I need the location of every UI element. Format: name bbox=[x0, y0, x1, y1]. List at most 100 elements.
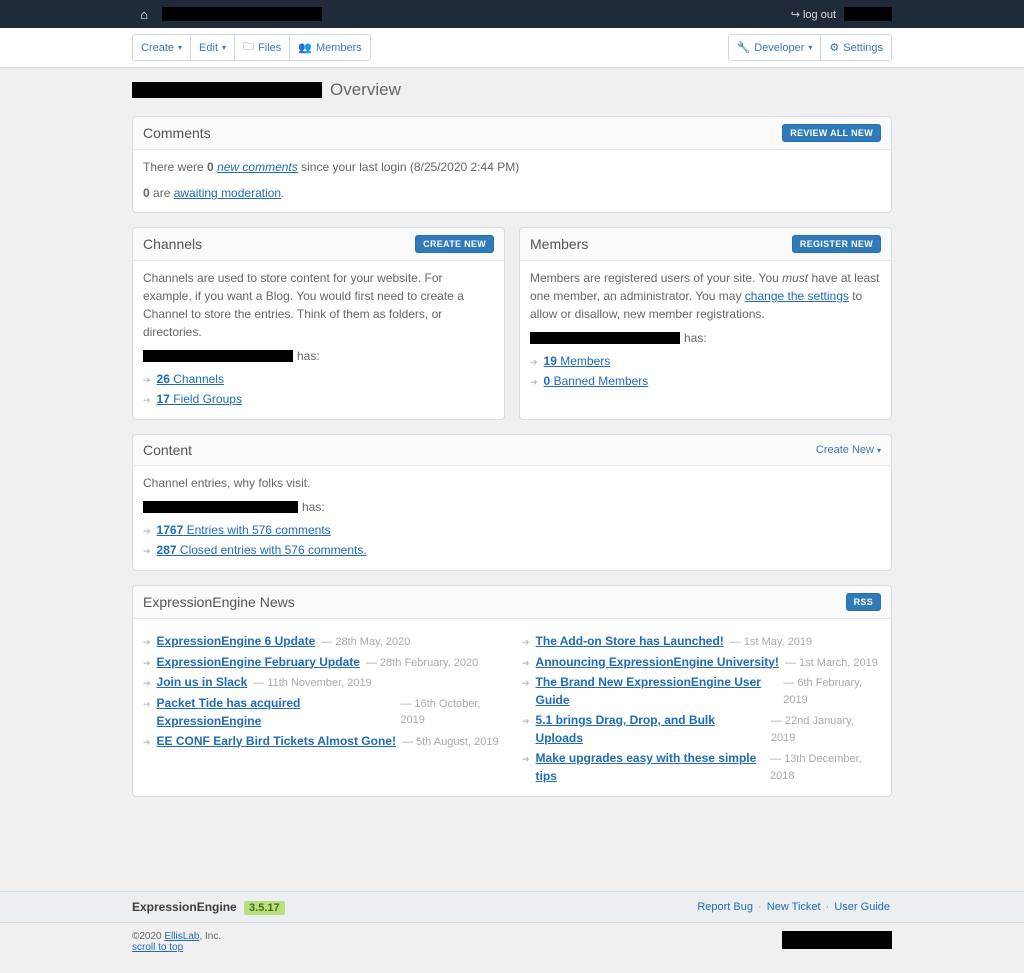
footer-bar: ExpressionEngine 3.5.17 Report Bug · New… bbox=[0, 891, 1024, 923]
report-bug-link[interactable]: Report Bug bbox=[697, 901, 753, 913]
news-item: ➔ Announcing ExpressionEngine University… bbox=[522, 652, 881, 673]
user-menu-redacted[interactable] bbox=[844, 7, 892, 21]
comments-line1: There were 0 new comments since your las… bbox=[143, 158, 881, 176]
change-settings-link[interactable]: change the settings bbox=[745, 289, 849, 303]
home-icon[interactable]: ⌂ bbox=[132, 7, 156, 22]
scroll-top-link[interactable]: scroll to top bbox=[132, 942, 183, 953]
awaiting-moderation-link[interactable]: awaiting moderation bbox=[174, 186, 281, 200]
news-link[interactable]: The Add-on Store has Launched! bbox=[536, 632, 724, 650]
new-comments-link[interactable]: new comments bbox=[217, 160, 298, 174]
list-item: ➔ 17 Field Groups bbox=[143, 389, 494, 409]
channels-link[interactable]: 26 Channels bbox=[157, 370, 224, 388]
news-link[interactable]: Announcing ExpressionEngine University! bbox=[536, 653, 779, 671]
news-panel: ExpressionEngine News RSS ➔ ExpressionEn… bbox=[132, 585, 892, 797]
list-item: ➔ 287 Closed entries with 576 comments. bbox=[143, 540, 881, 560]
content-create-new[interactable]: Create New ▾ bbox=[816, 444, 881, 456]
arrow-icon: ➔ bbox=[522, 715, 530, 729]
news-link[interactable]: 5.1 brings Drag, Drop, and Bulk Uploads bbox=[536, 711, 765, 747]
news-link[interactable]: Join us in Slack bbox=[157, 673, 248, 691]
arrow-icon: ➔ bbox=[522, 677, 530, 691]
ellislab-link[interactable]: EllisLab bbox=[164, 931, 199, 942]
content-desc: Channel entries, why folks visit. bbox=[143, 474, 881, 492]
new-ticket-link[interactable]: New Ticket bbox=[767, 901, 821, 913]
copyright: ©2020 EllisLab, Inc. bbox=[132, 931, 221, 942]
news-link[interactable]: ExpressionEngine February Update bbox=[157, 653, 360, 671]
chevron-down-icon: ▾ bbox=[808, 43, 812, 52]
topbar: ⌂ ↪ log out bbox=[0, 0, 1024, 28]
content-heading: Content bbox=[143, 442, 192, 458]
channels-desc: Channels are used to store content for y… bbox=[143, 269, 494, 341]
members-list: ➔ 19 Members ➔ 0 Banned Members bbox=[530, 351, 881, 391]
logout-link[interactable]: ↪ log out bbox=[791, 8, 836, 21]
arrow-icon: ➔ bbox=[143, 636, 151, 650]
user-guide-link[interactable]: User Guide bbox=[834, 901, 890, 913]
members-desc: Members are registered users of your sit… bbox=[530, 269, 881, 323]
site-name-redacted bbox=[530, 332, 680, 344]
news-link[interactable]: The Brand New ExpressionEngine User Guid… bbox=[536, 673, 778, 709]
news-col-right: ➔ The Add-on Store has Launched! — 1st M… bbox=[522, 631, 881, 786]
developer-button[interactable]: 🔧 Developer ▾ bbox=[728, 34, 822, 61]
arrow-icon: ➔ bbox=[143, 374, 151, 388]
news-item: ➔ ExpressionEngine February Update — 28t… bbox=[143, 652, 502, 673]
arrow-icon: ➔ bbox=[143, 394, 151, 408]
files-icon: 🗀 bbox=[243, 38, 254, 57]
gear-icon: ⚙ bbox=[829, 41, 839, 54]
toolbar-right: 🔧 Developer ▾ ⚙ Settings bbox=[728, 34, 892, 61]
chevron-down-icon: ▾ bbox=[178, 43, 182, 52]
news-link[interactable]: EE CONF Early Bird Tickets Almost Gone! bbox=[157, 732, 396, 750]
site-name-redacted bbox=[162, 7, 322, 21]
members-icon: 👥 bbox=[298, 41, 312, 54]
logout-label: log out bbox=[803, 9, 836, 21]
comments-heading: Comments bbox=[143, 125, 211, 141]
arrow-icon: ➔ bbox=[522, 657, 530, 671]
channels-create-new-button[interactable]: CREATE NEW bbox=[415, 235, 494, 253]
footer-links: Report Bug · New Ticket · User Guide bbox=[695, 901, 892, 913]
chevron-down-icon: ▾ bbox=[877, 446, 881, 455]
news-link[interactable]: Make upgrades easy with these simple tip… bbox=[536, 749, 764, 785]
main-container: Overview Comments REVIEW ALL NEW There w… bbox=[132, 68, 892, 851]
footer-right-redacted bbox=[782, 931, 892, 949]
entries-link[interactable]: 1767 Entries with 576 comments bbox=[157, 521, 331, 539]
list-item: ➔ 26 Channels bbox=[143, 369, 494, 389]
comments-panel: Comments REVIEW ALL NEW There were 0 new… bbox=[132, 116, 892, 213]
site-name-redacted bbox=[143, 501, 298, 513]
page-title-suffix: Overview bbox=[330, 80, 401, 100]
news-item: ➔ Packet Tide has acquired ExpressionEng… bbox=[143, 693, 502, 731]
site-name-redacted bbox=[143, 350, 293, 362]
news-item: ➔ 5.1 brings Drag, Drop, and Bulk Upload… bbox=[522, 710, 881, 748]
arrow-icon: ➔ bbox=[143, 657, 151, 671]
arrow-icon: ➔ bbox=[143, 677, 151, 691]
news-link[interactable]: ExpressionEngine 6 Update bbox=[157, 632, 316, 650]
banned-members-link[interactable]: 0 Banned Members bbox=[544, 372, 649, 390]
subfooter: ©2020 EllisLab, Inc. scroll to top bbox=[132, 931, 892, 953]
settings-button[interactable]: ⚙ Settings bbox=[820, 34, 892, 61]
news-item: ➔ The Add-on Store has Launched! — 1st M… bbox=[522, 631, 881, 652]
review-all-new-button[interactable]: REVIEW ALL NEW bbox=[782, 124, 881, 142]
register-new-button[interactable]: REGISTER NEW bbox=[792, 235, 881, 253]
footer-brand: ExpressionEngine 3.5.17 bbox=[132, 900, 285, 914]
arrow-icon: ➔ bbox=[522, 753, 530, 767]
content-list: ➔ 1767 Entries with 576 comments ➔ 287 C… bbox=[143, 520, 881, 560]
rss-button[interactable]: RSS bbox=[846, 593, 881, 611]
channels-list: ➔ 26 Channels ➔ 17 Field Groups bbox=[143, 369, 494, 409]
members-link[interactable]: 19 Members bbox=[544, 352, 611, 370]
wrench-icon: 🔧 bbox=[737, 41, 751, 54]
files-button[interactable]: 🗀 Files bbox=[234, 34, 290, 61]
news-link[interactable]: Packet Tide has acquired ExpressionEngin… bbox=[157, 694, 395, 730]
members-button[interactable]: 👥 Members bbox=[289, 34, 371, 61]
toolbar-left: Create ▾ Edit ▾ 🗀 Files 👥 Members bbox=[132, 34, 371, 61]
news-item: ➔ ExpressionEngine 6 Update — 28th May, … bbox=[143, 631, 502, 652]
closed-entries-link[interactable]: 287 Closed entries with 576 comments. bbox=[157, 541, 367, 559]
arrow-icon: ➔ bbox=[522, 636, 530, 650]
news-item: ➔ EE CONF Early Bird Tickets Almost Gone… bbox=[143, 731, 502, 752]
create-button[interactable]: Create ▾ bbox=[132, 34, 191, 61]
chevron-down-icon: ▾ bbox=[222, 43, 226, 52]
page-title: Overview bbox=[132, 80, 892, 100]
arrow-icon: ➔ bbox=[143, 545, 151, 559]
news-item: ➔ Join us in Slack — 11th November, 2019 bbox=[143, 672, 502, 693]
arrow-icon: ➔ bbox=[143, 736, 151, 750]
news-item: ➔ The Brand New ExpressionEngine User Gu… bbox=[522, 672, 881, 710]
members-panel: Members REGISTER NEW Members are registe… bbox=[519, 227, 892, 420]
edit-button[interactable]: Edit ▾ bbox=[190, 34, 235, 61]
field-groups-link[interactable]: 17 Field Groups bbox=[157, 390, 242, 408]
